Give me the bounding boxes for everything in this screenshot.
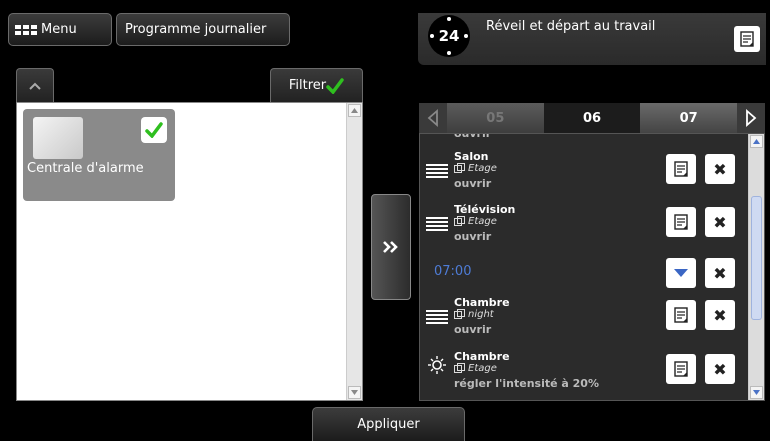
blind-icon <box>426 217 448 233</box>
item-scope: Etage <box>454 363 497 374</box>
clock-24-icon: 24 <box>428 15 470 57</box>
item-name: Chambre <box>454 350 510 363</box>
partial-action-text: ouvrir <box>454 133 492 140</box>
delete-button[interactable]: ✖ <box>705 207 735 237</box>
tile-selected-check[interactable] <box>141 117 167 143</box>
group-icon <box>454 216 465 226</box>
clock-label: 24 <box>438 27 460 45</box>
menu-label: Menu <box>41 22 77 37</box>
schedule-scrollbar[interactable] <box>748 134 764 400</box>
close-icon: ✖ <box>713 263 727 283</box>
triangle-right-icon <box>746 109 757 127</box>
scroll-down-arrow-icon[interactable] <box>750 386 763 399</box>
item-name: Télévision <box>454 203 516 216</box>
item-scope: Etage <box>454 216 497 227</box>
transfer-button[interactable] <box>371 194 411 300</box>
edit-note-button[interactable] <box>666 354 696 384</box>
item-action: ouvrir <box>454 323 492 336</box>
delete-button[interactable]: ✖ <box>705 354 735 384</box>
notepad-icon <box>674 361 688 377</box>
item-scope: night <box>454 309 494 320</box>
apply-label: Appliquer <box>357 417 420 432</box>
group-icon <box>454 363 465 373</box>
alarm-central-tile[interactable]: Centrale d'alarme <box>23 109 175 201</box>
double-chevron-right-icon <box>383 241 398 253</box>
scenario-header: 24 Réveil et départ au travail <box>418 13 766 65</box>
blind-icon <box>426 310 448 326</box>
schedule-item[interactable]: Chambre night ouvrir ✖ <box>420 294 750 350</box>
close-icon: ✖ <box>713 359 727 379</box>
left-scrollbar[interactable] <box>346 103 362 400</box>
scenario-notepad-button[interactable] <box>734 26 760 52</box>
notepad-icon <box>674 307 688 323</box>
scroll-thumb[interactable] <box>751 196 762 320</box>
chevron-up-icon <box>29 82 41 90</box>
scroll-up-button[interactable] <box>16 68 54 102</box>
scroll-up-arrow-icon[interactable] <box>348 104 361 117</box>
scenario-title: Réveil et départ au travail <box>486 19 656 34</box>
time-row[interactable]: 07:00 ✖ <box>420 252 750 292</box>
day-selector: 05 06 07 <box>419 103 765 133</box>
checkmark-icon <box>326 77 344 94</box>
programme-label: Programme journalier <box>125 22 267 37</box>
schedule-list: ouvrir Salon Etage ouvrir ✖ Télévision E… <box>419 133 765 401</box>
scroll-down-arrow-icon[interactable] <box>348 386 361 399</box>
delete-button[interactable]: ✖ <box>705 154 735 184</box>
filter-button[interactable]: Filtrer <box>270 68 363 102</box>
schedule-item[interactable]: Salon Etage ouvrir ✖ <box>420 148 750 204</box>
delete-button[interactable]: ✖ <box>705 258 735 288</box>
close-icon: ✖ <box>713 305 727 325</box>
item-name: Salon <box>454 150 489 163</box>
schedule-item[interactable]: Télévision Etage ouvrir ✖ <box>420 201 750 257</box>
scroll-up-arrow-icon[interactable] <box>750 135 763 148</box>
triangle-left-icon <box>427 109 438 127</box>
edit-note-button[interactable] <box>666 300 696 330</box>
tile-label: Centrale d'alarme <box>27 161 144 176</box>
menu-grid-icon <box>15 24 37 35</box>
close-icon: ✖ <box>713 212 727 232</box>
item-action: ouvrir <box>454 177 492 190</box>
filter-label: Filtrer <box>288 78 327 93</box>
next-day-button[interactable] <box>737 103 765 133</box>
notepad-icon <box>674 214 688 230</box>
item-action: ouvrir <box>454 230 492 243</box>
group-icon <box>454 163 465 173</box>
programme-journalier-button[interactable]: Programme journalier <box>116 13 290 46</box>
day-tab-06[interactable]: 06 <box>543 103 641 133</box>
alarm-device-image <box>33 117 83 159</box>
item-name: Chambre <box>454 296 510 309</box>
collapse-button[interactable] <box>666 258 696 288</box>
edit-note-button[interactable] <box>666 207 696 237</box>
item-scope: Etage <box>454 163 497 174</box>
blind-icon <box>426 164 448 180</box>
day-tab-05[interactable]: 05 <box>447 103 544 133</box>
light-icon <box>426 356 448 378</box>
notepad-icon <box>674 161 688 177</box>
device-list-panel: Centrale d'alarme <box>16 102 363 401</box>
time-label: 07:00 <box>434 264 472 279</box>
delete-button[interactable]: ✖ <box>705 300 735 330</box>
edit-note-button[interactable] <box>666 154 696 184</box>
day-tab-07[interactable]: 07 <box>640 103 738 133</box>
schedule-item[interactable]: Chambre Etage régler l'intensité à 20% ✖ <box>420 348 750 400</box>
menu-button[interactable]: Menu <box>8 13 112 46</box>
checkmark-icon <box>145 122 163 138</box>
prev-day-button[interactable] <box>419 103 447 133</box>
triangle-down-icon <box>674 269 688 277</box>
item-action: régler l'intensité à 20% <box>454 377 599 390</box>
apply-button[interactable]: Appliquer <box>312 407 465 441</box>
close-icon: ✖ <box>713 159 727 179</box>
notepad-icon <box>740 31 754 47</box>
group-icon <box>454 309 465 319</box>
